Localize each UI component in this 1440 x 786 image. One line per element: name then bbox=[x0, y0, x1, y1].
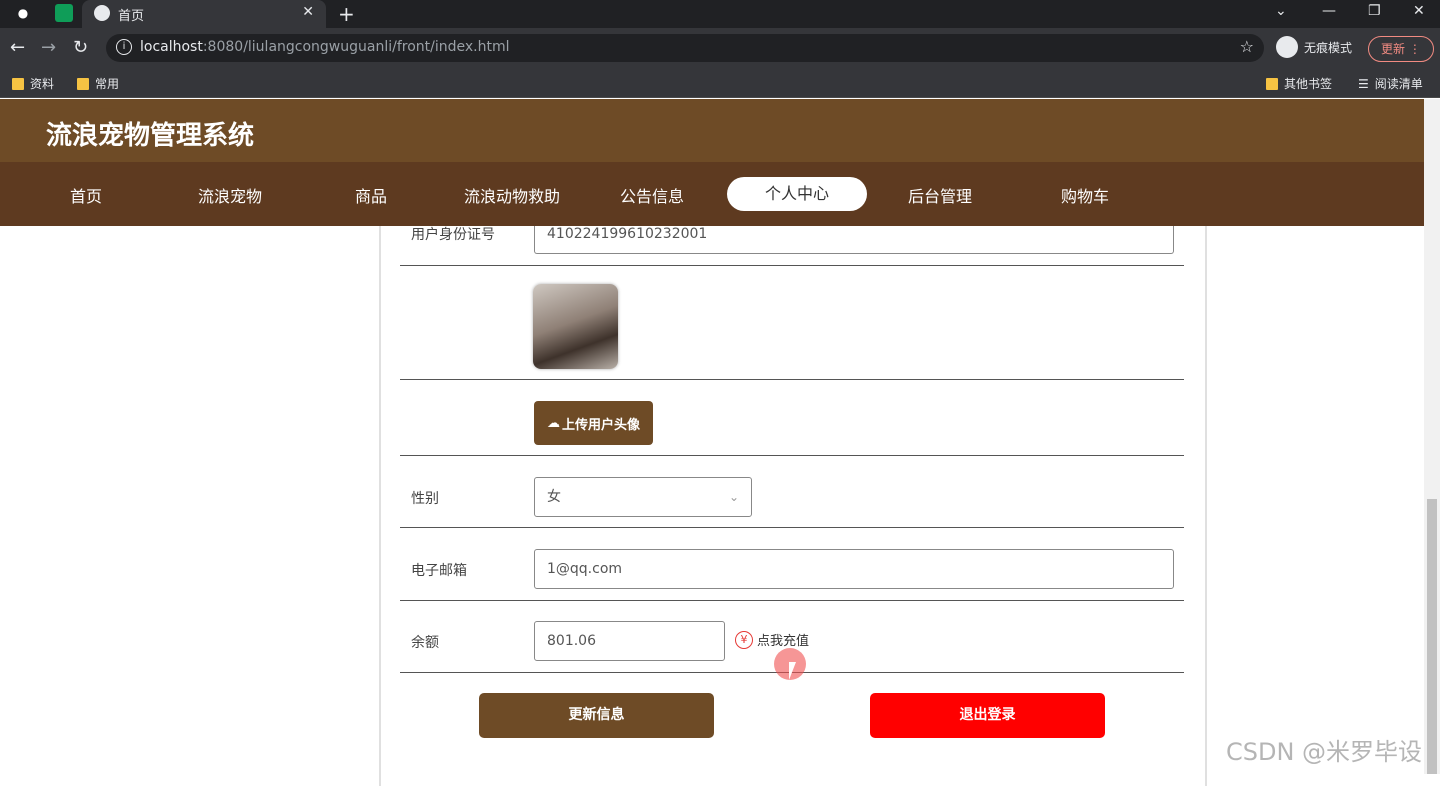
globe-icon bbox=[94, 5, 110, 21]
folder-icon bbox=[1266, 77, 1278, 90]
forward-icon[interactable]: → bbox=[41, 37, 56, 58]
nav-announcements[interactable]: 公告信息 bbox=[620, 183, 684, 207]
new-tab-icon[interactable]: + bbox=[338, 2, 355, 26]
url-host: localhost bbox=[140, 39, 203, 55]
site-title: 流浪宠物管理系统 bbox=[46, 121, 255, 151]
restore-icon[interactable]: ❐ bbox=[1368, 3, 1381, 19]
gender-label: 性别 bbox=[411, 491, 439, 507]
bookmark-folder[interactable]: 常用 bbox=[77, 75, 119, 92]
other-bookmarks-label: 其他书签 bbox=[1284, 77, 1333, 91]
bookmark-star-icon[interactable]: ☆ bbox=[1240, 37, 1254, 56]
incognito-icon bbox=[1276, 36, 1298, 58]
tab-title: 首页 bbox=[118, 9, 145, 24]
bookmark-folder[interactable]: 资料 bbox=[12, 75, 54, 92]
reload-icon[interactable]: ↻ bbox=[73, 37, 88, 58]
nav-stray-pets[interactable]: 流浪宠物 bbox=[198, 183, 262, 207]
avatar bbox=[533, 284, 618, 369]
yen-icon: ¥ bbox=[735, 630, 753, 649]
minimize-icon[interactable]: — bbox=[1322, 3, 1336, 19]
gender-value: 女 bbox=[547, 489, 561, 505]
folder-icon bbox=[77, 77, 89, 90]
mouse-cursor-icon bbox=[789, 662, 803, 680]
folder-icon bbox=[12, 77, 24, 90]
update-button[interactable]: 更新 ⋮ bbox=[1368, 36, 1434, 62]
globe-icon[interactable]: ● bbox=[14, 4, 32, 22]
incognito-label: 无痕模式 bbox=[1304, 40, 1353, 55]
tab-search-icon[interactable]: ⌄ bbox=[1275, 3, 1287, 19]
email-field[interactable]: 1@qq.com bbox=[534, 549, 1174, 589]
id-label: 用户身份证号 bbox=[411, 227, 495, 243]
url-path: :8080/liulangcongwuguanli/front/index.ht… bbox=[202, 39, 510, 55]
url-input[interactable]: i localhost:8080/liulangcongwuguanli/fro… bbox=[106, 34, 1264, 62]
back-icon[interactable]: ← bbox=[10, 37, 25, 58]
reading-list-icon: ☰ bbox=[1358, 76, 1369, 91]
bookmarks-bar: 资料 常用 其他书签 ☰ 阅读清单 bbox=[0, 68, 1440, 98]
sheets-icon[interactable] bbox=[55, 4, 73, 22]
balance-field[interactable]: 801.06 bbox=[534, 621, 725, 661]
browser-tab-bar: ● 首页 ✕ + ⌄ — ❐ ✕ bbox=[0, 0, 1440, 28]
recharge-label: 点我充值 bbox=[757, 634, 810, 649]
form-row-gender bbox=[400, 456, 1184, 528]
gender-select[interactable]: 女 ⌄ bbox=[534, 477, 752, 517]
upload-avatar-button[interactable]: ☁ 上传用户头像 bbox=[534, 401, 653, 445]
close-tab-icon[interactable]: ✕ bbox=[302, 4, 314, 20]
reading-list[interactable]: ☰ 阅读清单 bbox=[1358, 75, 1423, 92]
page-scrollbar[interactable] bbox=[1424, 99, 1440, 774]
recharge-link[interactable]: ¥ 点我充值 bbox=[735, 630, 809, 649]
update-info-button[interactable]: 更新信息 bbox=[479, 693, 714, 738]
scrollbar-thumb[interactable] bbox=[1427, 499, 1437, 774]
watermark: CSDN @米罗毕设 bbox=[1226, 738, 1423, 766]
nav-cart[interactable]: 购物车 bbox=[1061, 183, 1109, 207]
logout-button[interactable]: 退出登录 bbox=[870, 693, 1105, 738]
info-icon[interactable]: i bbox=[116, 39, 132, 55]
upload-label: 上传用户头像 bbox=[561, 417, 640, 433]
email-label: 电子邮箱 bbox=[411, 563, 467, 579]
bookmark-label: 常用 bbox=[95, 77, 120, 91]
incognito-indicator[interactable]: 无痕模式 bbox=[1276, 36, 1352, 58]
form-row-upload bbox=[400, 380, 1184, 456]
form-row-avatar bbox=[400, 266, 1184, 380]
main-nav: 首页 流浪宠物 商品 流浪动物救助 公告信息 个人中心 后台管理 购物车 bbox=[0, 162, 1424, 226]
bookmark-label: 资料 bbox=[30, 77, 55, 91]
nav-home[interactable]: 首页 bbox=[70, 183, 102, 207]
window-close-icon[interactable]: ✕ bbox=[1413, 3, 1425, 19]
site-header: 流浪宠物管理系统 bbox=[0, 99, 1424, 162]
nav-products[interactable]: 商品 bbox=[355, 183, 387, 207]
cloud-upload-icon: ☁ bbox=[546, 415, 560, 431]
nav-personal-center[interactable]: 个人中心 bbox=[727, 177, 867, 211]
address-bar: ← → ↻ i localhost:8080/liulangcongwuguan… bbox=[0, 28, 1440, 68]
nav-admin[interactable]: 后台管理 bbox=[908, 183, 972, 207]
chevron-down-icon: ⌄ bbox=[728, 490, 739, 504]
active-tab[interactable]: 首页 ✕ bbox=[82, 0, 326, 28]
nav-rescue[interactable]: 流浪动物救助 bbox=[464, 183, 560, 207]
id-number-input[interactable]: 410224199610232001 bbox=[534, 226, 1174, 254]
reading-list-label: 阅读清单 bbox=[1374, 77, 1423, 91]
update-label: 更新 bbox=[1381, 42, 1406, 56]
other-bookmarks[interactable]: 其他书签 bbox=[1266, 75, 1332, 92]
balance-label: 余额 bbox=[411, 635, 439, 651]
